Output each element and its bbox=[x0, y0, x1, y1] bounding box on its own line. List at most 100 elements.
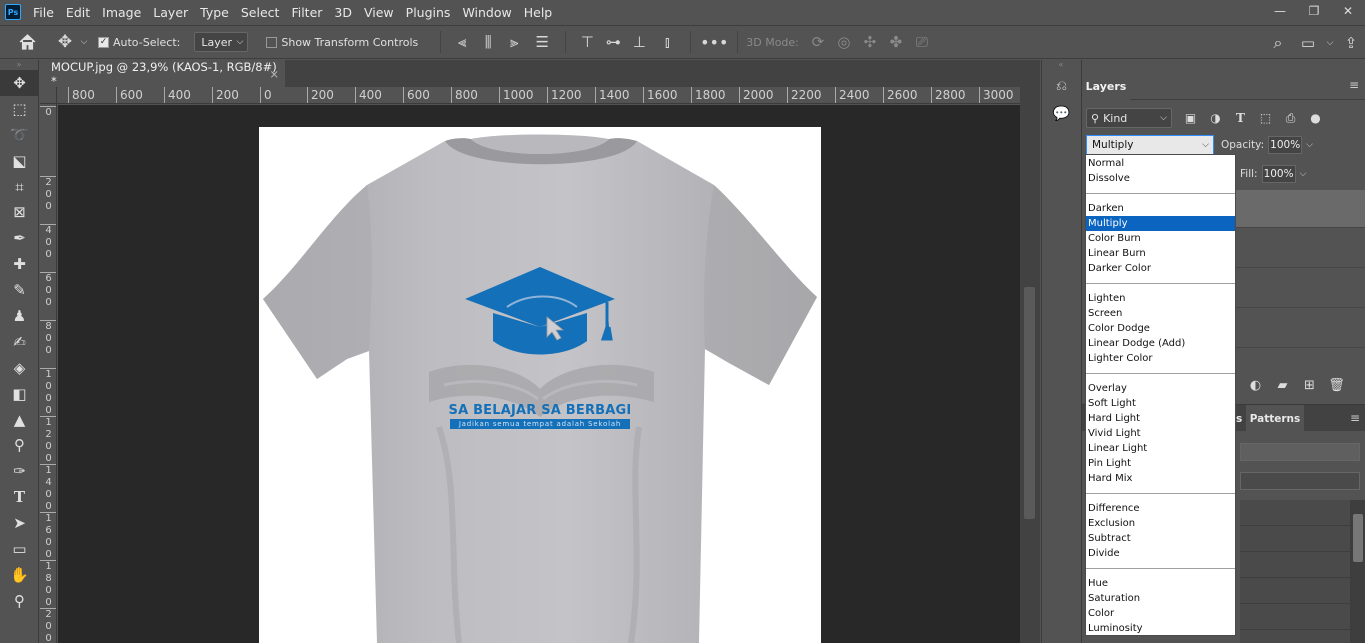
blur-tool-icon[interactable]: ▲ bbox=[0, 407, 39, 433]
history-panel-icon[interactable]: ⎌ bbox=[1042, 72, 1081, 100]
filter-pixel-icon[interactable]: ▣ bbox=[1178, 111, 1203, 125]
blend-option-exclusion[interactable]: Exclusion bbox=[1086, 516, 1235, 531]
scrollbar-thumb[interactable] bbox=[1024, 287, 1035, 519]
new-layer-icon[interactable]: ⊞ bbox=[1296, 378, 1323, 393]
share-icon[interactable]: ⇪ bbox=[1337, 34, 1365, 52]
filter-smart-object-icon[interactable]: ⎙ bbox=[1278, 111, 1303, 126]
horizontal-ruler[interactable]: 800 600 400 200 0 200 400 600 800 1000 1… bbox=[57, 87, 1020, 104]
brush-tool-icon[interactable]: ✎ bbox=[0, 277, 39, 303]
menu-window[interactable]: Window bbox=[462, 5, 511, 20]
restore-icon[interactable]: ❐ bbox=[1297, 0, 1331, 22]
fill-input[interactable]: 100% bbox=[1261, 165, 1296, 183]
panel-grip-icon[interactable]: « bbox=[1042, 60, 1080, 72]
workspace-icon[interactable]: ▭ bbox=[1293, 34, 1323, 52]
blend-option-linear-dodge[interactable]: Linear Dodge (Add) bbox=[1086, 336, 1235, 351]
list-item[interactable] bbox=[1240, 578, 1350, 604]
opacity-input[interactable]: 100% bbox=[1268, 136, 1303, 154]
3d-camera-icon[interactable]: ⎚ bbox=[909, 33, 935, 51]
eyedropper-tool-icon[interactable]: ✒ bbox=[0, 225, 39, 251]
move-tool-icon[interactable]: ✥ bbox=[54, 32, 76, 52]
blend-option-dissolve[interactable]: Dissolve bbox=[1086, 171, 1235, 186]
vertical-ruler[interactable]: 0 2 0 0 4 0 0 6 0 0 8 0 0 1 0 0 0 1 2 0 … bbox=[40, 104, 57, 643]
3d-pan-icon[interactable]: ✣ bbox=[857, 33, 883, 51]
blend-option-soft-light[interactable]: Soft Light bbox=[1086, 396, 1235, 411]
panel-menu-icon[interactable]: ≡ bbox=[1349, 78, 1359, 92]
filter-adjustment-icon[interactable]: ◑ bbox=[1203, 111, 1228, 125]
blend-option-pin-light[interactable]: Pin Light bbox=[1086, 456, 1235, 471]
dodge-tool-icon[interactable]: ⚲ bbox=[0, 432, 39, 458]
blend-option-lighten[interactable]: Lighten bbox=[1086, 291, 1235, 306]
menu-select[interactable]: Select bbox=[241, 5, 280, 20]
blend-option-linear-light[interactable]: Linear Light bbox=[1086, 441, 1235, 456]
auto-select-target-dropdown[interactable]: Layer ⌵ bbox=[194, 32, 249, 52]
3d-orbit-icon[interactable]: ⟳ bbox=[805, 33, 831, 51]
menu-filter[interactable]: Filter bbox=[291, 5, 322, 20]
chevron-down-icon[interactable]: ⌵ bbox=[76, 37, 92, 47]
eraser-tool-icon[interactable]: ◈ bbox=[0, 355, 39, 381]
scrollbar-thumb[interactable] bbox=[1353, 514, 1363, 562]
document-tab[interactable]: MOCUP.jpg @ 23,9% (KAOS-1, RGB/8#) * × bbox=[40, 60, 285, 88]
blend-option-luminosity[interactable]: Luminosity bbox=[1086, 621, 1235, 636]
gradient-tool-icon[interactable]: ◧ bbox=[0, 381, 39, 407]
menu-type[interactable]: Type bbox=[200, 5, 229, 20]
blend-option-overlay[interactable]: Overlay bbox=[1086, 381, 1235, 396]
auto-select-checkbox[interactable]: ✓ bbox=[98, 36, 109, 48]
rectangle-tool-icon[interactable]: ▭ bbox=[0, 536, 39, 562]
blend-option-linear-burn[interactable]: Linear Burn bbox=[1086, 246, 1235, 261]
chevron-down-icon[interactable]: ⌵ bbox=[1300, 169, 1307, 179]
frame-tool-icon[interactable]: ⊠ bbox=[0, 199, 39, 225]
close-icon[interactable]: ✕ bbox=[1331, 0, 1365, 22]
new-group-icon[interactable]: ▰ bbox=[1269, 378, 1296, 393]
comments-panel-icon[interactable]: 💬 bbox=[1042, 100, 1081, 128]
blend-option-darker-color[interactable]: Darker Color bbox=[1086, 261, 1235, 276]
blend-option-lighter-color[interactable]: Lighter Color bbox=[1086, 351, 1235, 366]
distribute-icon[interactable]: ⫾ bbox=[652, 33, 682, 51]
tab-layers[interactable]: Layers bbox=[1082, 72, 1130, 100]
tab-partial[interactable]: s bbox=[1236, 405, 1242, 432]
panel-grip-icon[interactable]: » bbox=[0, 60, 38, 70]
close-tab-icon[interactable]: × bbox=[269, 67, 279, 81]
blend-option-hue[interactable]: Hue bbox=[1086, 576, 1235, 591]
3d-roll-icon[interactable]: ◎ bbox=[831, 33, 857, 51]
object-select-tool-icon[interactable]: ⬕ bbox=[0, 148, 39, 174]
clone-stamp-tool-icon[interactable]: ♟ bbox=[0, 303, 39, 329]
marquee-tool-icon[interactable]: ⬚ bbox=[0, 96, 39, 122]
blend-option-color[interactable]: Color bbox=[1086, 606, 1235, 621]
layer-kind-filter[interactable]: ⚲ Kind ⌵ bbox=[1086, 108, 1172, 128]
history-brush-tool-icon[interactable]: ✍ bbox=[0, 329, 39, 355]
blend-option-hard-light[interactable]: Hard Light bbox=[1086, 411, 1235, 426]
path-selection-tool-icon[interactable]: ➤ bbox=[0, 510, 39, 536]
healing-brush-tool-icon[interactable]: ✚ bbox=[0, 251, 39, 277]
blend-option-divide[interactable]: Divide bbox=[1086, 546, 1235, 561]
minimize-icon[interactable]: — bbox=[1263, 0, 1297, 22]
layer-row-selected[interactable] bbox=[1232, 190, 1365, 228]
align-left-icon[interactable]: ⫷ bbox=[449, 33, 475, 51]
pen-tool-icon[interactable]: ✑ bbox=[0, 458, 39, 484]
blend-option-difference[interactable]: Difference bbox=[1086, 501, 1235, 516]
search-icon[interactable]: ⌕ bbox=[1263, 33, 1293, 53]
align-right-icon[interactable]: ⫸ bbox=[501, 33, 527, 51]
filter-toggle-icon[interactable]: ● bbox=[1303, 111, 1328, 125]
document-canvas[interactable]: SA BELAJAR SA BERBAGI Jadikan semua temp… bbox=[259, 127, 821, 643]
menu-file[interactable]: File bbox=[33, 5, 54, 20]
chevron-down-icon[interactable]: ⌵ bbox=[1306, 140, 1313, 150]
patterns-search-field[interactable] bbox=[1240, 443, 1360, 461]
blend-option-color-burn[interactable]: Color Burn bbox=[1086, 231, 1235, 246]
crop-tool-icon[interactable]: ⌗ bbox=[0, 174, 39, 200]
align-bottom-icon[interactable]: ⊥ bbox=[626, 33, 652, 51]
filter-type-icon[interactable]: T bbox=[1228, 111, 1253, 125]
blend-option-hard-mix[interactable]: Hard Mix bbox=[1086, 471, 1235, 486]
blend-option-darken[interactable]: Darken bbox=[1086, 201, 1235, 216]
layer-row[interactable] bbox=[1232, 270, 1365, 308]
list-item[interactable] bbox=[1240, 526, 1350, 552]
blend-option-normal[interactable]: Normal bbox=[1086, 156, 1235, 171]
list-item[interactable] bbox=[1240, 552, 1350, 578]
hand-tool-icon[interactable]: ✋ bbox=[0, 562, 39, 588]
menu-view[interactable]: View bbox=[364, 5, 394, 20]
list-item[interactable] bbox=[1240, 500, 1350, 526]
menu-edit[interactable]: Edit bbox=[66, 5, 90, 20]
lasso-tool-icon[interactable]: ➰ bbox=[0, 122, 39, 148]
blend-option-color-dodge[interactable]: Color Dodge bbox=[1086, 321, 1235, 336]
tab-patterns[interactable]: Patterns bbox=[1246, 405, 1304, 432]
panel-menu-icon[interactable]: ≡ bbox=[1350, 411, 1360, 425]
